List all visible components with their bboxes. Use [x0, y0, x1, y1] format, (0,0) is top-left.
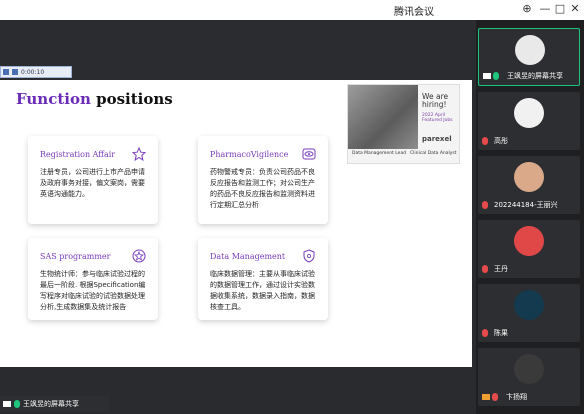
shield-icon	[303, 249, 315, 263]
participant-name: 陈果	[494, 329, 508, 337]
host-badge-icon	[482, 394, 490, 400]
pause-button[interactable]	[12, 69, 18, 75]
avatar	[514, 162, 544, 192]
avatar	[514, 98, 544, 128]
window-titlebar: 腾讯会议 ⊕ — □ ✕	[0, 0, 584, 20]
participant-tile[interactable]: 高彤	[478, 92, 580, 150]
close-icon[interactable]: ✕	[568, 2, 582, 15]
participant-tile[interactable]: 202244184-王丽兴	[478, 156, 580, 214]
card-body: 药物警戒专员：负责公司药品不良反应报告和监测工作；对公司生产的药品不良反应报告和…	[210, 168, 315, 209]
participant-tile[interactable]: 卞扬翔	[478, 348, 580, 406]
pin-icon[interactable]: ⊕	[520, 2, 534, 15]
mic-muted-icon	[482, 265, 488, 273]
mic-muted-icon	[482, 137, 488, 145]
card-data-management: Data Management 临床数据管理：主要从事临床试验的数据管理工作，通…	[198, 238, 328, 320]
screen-share-icon	[3, 401, 11, 407]
mic-muted-icon	[492, 393, 498, 401]
play-button[interactable]	[3, 69, 9, 75]
player-time: 0:00:10	[21, 68, 45, 76]
card-title: SAS programmer	[40, 252, 111, 261]
avatar	[515, 35, 545, 65]
mic-on-icon	[493, 72, 499, 80]
window-title: 腾讯会议	[394, 7, 434, 18]
job-ad-image: We are hiring! 2022 April Featured Jobs …	[347, 84, 460, 164]
card-body: 生物统计师：参与临床试验过程的最后一阶段. 根据Specification编写程…	[40, 270, 146, 311]
mic-muted-icon	[482, 201, 488, 209]
ad-brand: parexel	[422, 135, 452, 143]
avatar	[514, 226, 544, 256]
heading-rest: positions	[90, 90, 173, 108]
mic-on-icon	[14, 400, 20, 408]
card-pharmacovigilence: PharmacoVigilence 药物警戒专员：负责公司药品不良反应报告和监测…	[198, 136, 328, 224]
media-player-bar[interactable]: 0:00:10	[0, 66, 72, 78]
card-sas-programmer: SAS programmer 生物统计师：参与临床试验过程的最后一阶段. 根据S…	[28, 238, 158, 320]
screen-share-label: 王飒昱的屏幕共享	[0, 396, 110, 412]
eye-icon	[302, 148, 316, 160]
ad-hiring: We are hiring!	[422, 92, 449, 109]
avatar	[514, 354, 544, 384]
screen-share-icon	[483, 73, 491, 79]
participant-name: 高彤	[494, 137, 508, 145]
participant-tile[interactable]: 陈果	[478, 284, 580, 342]
minimize-icon[interactable]: —	[538, 2, 552, 15]
ad-job-1: Data Management Lead	[352, 151, 407, 156]
card-title: Registration Affair	[40, 150, 116, 159]
card-title: PharmacoVigilence	[210, 150, 289, 159]
card-body: 注册专员，公司进行上市产品申请及政府事务对接，偏文案岗，需要英语沟通能力。	[40, 168, 145, 198]
participant-tile[interactable]: 王丹	[478, 220, 580, 278]
ad-featured: 2022 April Featured Jobs	[422, 113, 453, 123]
participant-tile[interactable]: 王飒昱的屏幕共享	[478, 28, 580, 86]
participant-name: 王丹	[494, 265, 508, 273]
card-body: 临床数据管理：主要从事临床试验的数据管理工作，通过设计实验数据收集系统，数据录入…	[210, 270, 315, 311]
slide-heading: Function positions	[16, 90, 173, 108]
card-registration-affair: Registration Affair 注册专员，公司进行上市产品申请及政府事务…	[28, 136, 158, 224]
card-title: Data Management	[210, 252, 286, 261]
ad-job-2: Clinical Data Analyst	[410, 151, 457, 156]
ad-photo	[348, 85, 418, 149]
heading-accent: Function	[16, 90, 91, 108]
participant-name: 202244184-王丽兴	[494, 201, 558, 209]
participant-name: 王飒昱的屏幕共享	[507, 72, 563, 80]
sharer-name: 王飒昱的屏幕共享	[23, 400, 79, 408]
star-circle-icon	[132, 249, 146, 263]
participant-name: 卞扬翔	[506, 393, 527, 401]
avatar	[514, 290, 544, 320]
maximize-icon[interactable]: □	[553, 2, 567, 15]
mic-muted-icon	[482, 329, 488, 337]
star-outline-icon	[132, 147, 146, 161]
